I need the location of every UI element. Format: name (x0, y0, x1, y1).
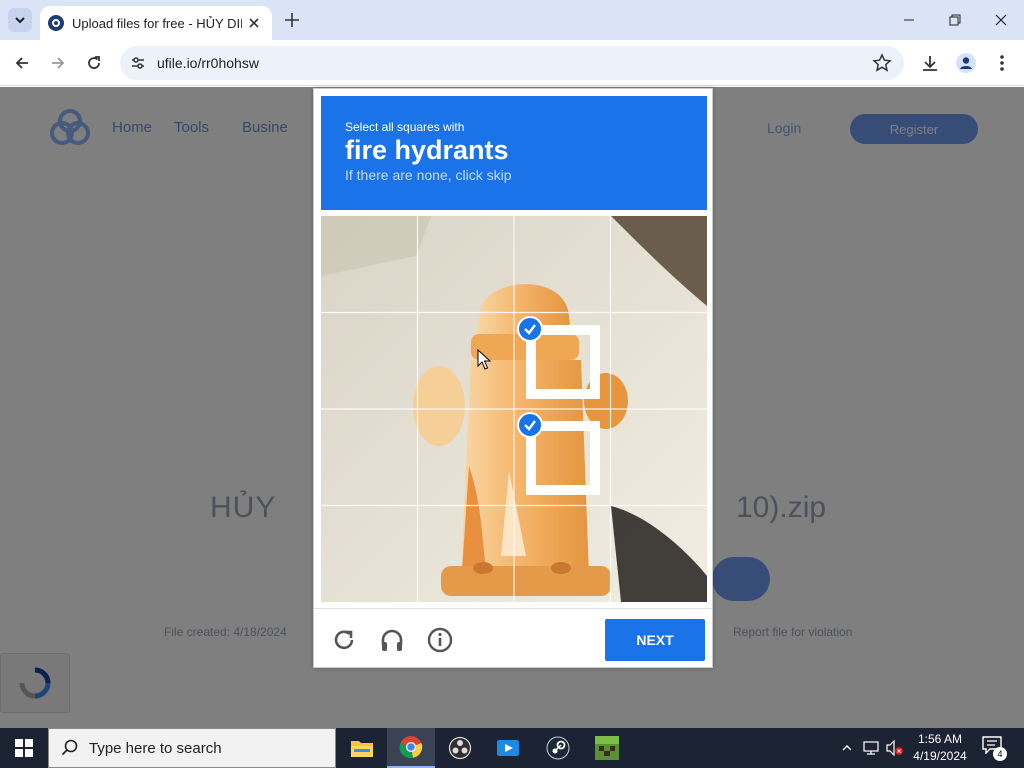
captcha-tile[interactable] (515, 314, 610, 409)
download-icon (923, 56, 937, 71)
captcha-tile[interactable] (612, 507, 707, 602)
taskbar-search-box[interactable]: Type here to search (48, 728, 336, 768)
notification-count: 4 (993, 747, 1007, 761)
browser-tab[interactable]: Upload files for free - HỦY DIỆ (40, 6, 272, 40)
captcha-hint: If there are none, click skip (345, 167, 512, 183)
clock-date: 4/19/2024 (913, 749, 967, 763)
close-icon (995, 14, 1007, 26)
captcha-tile[interactable] (322, 217, 417, 312)
captcha-grid (321, 216, 707, 602)
reload-button[interactable] (82, 51, 106, 75)
chevron-down-icon (15, 17, 25, 24)
tray-network[interactable] (862, 739, 880, 757)
minimize-button[interactable] (886, 0, 932, 40)
restore-icon (949, 14, 961, 26)
plus-icon[interactable] (282, 10, 302, 30)
tab-title: Upload files for free - HỦY DIỆ (72, 15, 242, 31)
chevron-up-icon (842, 745, 852, 751)
captcha-info-button[interactable] (426, 626, 454, 654)
steam-icon (546, 736, 570, 760)
mouse-cursor-icon (477, 349, 491, 370)
reload-icon (88, 56, 100, 69)
reload-icon (334, 630, 354, 650)
captcha-audio-button[interactable] (378, 626, 406, 654)
captcha-tile[interactable] (419, 217, 514, 312)
file-explorer-icon (351, 741, 373, 757)
network-icon (863, 741, 879, 755)
captcha-instruction: Select all squares with (345, 120, 465, 134)
captcha-tile[interactable] (612, 217, 707, 312)
taskbar-chrome[interactable] (387, 728, 435, 768)
captcha-tile[interactable] (419, 314, 514, 409)
arrow-right-icon (52, 57, 65, 69)
captcha-header: Select all squares with fire hydrants If… (321, 96, 707, 210)
tray-volume[interactable] (886, 739, 904, 757)
start-button[interactable] (0, 728, 48, 768)
star-icon[interactable] (872, 53, 892, 73)
windows-taskbar: Type here to search 1:56 AM 4/19/2024 4 (0, 728, 1024, 768)
address-bar[interactable]: ufile.io/rr0hohsw (120, 46, 904, 80)
info-icon (427, 627, 453, 653)
clock-time: 1:56 AM (917, 732, 963, 746)
minecraft-icon (595, 736, 619, 760)
tab-search-button[interactable] (8, 8, 32, 32)
windows-icon (15, 739, 33, 757)
forward-button[interactable] (46, 51, 70, 75)
media-player-icon (497, 740, 519, 756)
taskbar-clock[interactable]: 1:56 AM 4/19/2024 (910, 731, 970, 765)
headphones-icon (381, 629, 403, 651)
search-icon (61, 739, 78, 756)
captcha-tile[interactable] (612, 314, 707, 409)
browser-tab-bar: Upload files for free - HỦY DIỆ (0, 0, 1024, 40)
taskbar-file-explorer[interactable] (338, 728, 386, 768)
url-text[interactable]: ufile.io/rr0hohsw (157, 55, 259, 71)
captcha-reload-button[interactable] (330, 626, 358, 654)
captcha-tile[interactable] (419, 410, 514, 505)
kebab-menu-icon (1000, 55, 1004, 71)
volume-muted-icon (886, 740, 903, 756)
tray-overflow-button[interactable] (838, 739, 856, 757)
taskbar-search-placeholder: Type here to search (89, 739, 222, 757)
captcha-footer: NEXT (314, 608, 712, 668)
captcha-tile[interactable] (322, 314, 417, 409)
tune-icon[interactable] (128, 53, 148, 73)
chrome-icon (399, 736, 423, 759)
taskbar-minecraft[interactable] (583, 728, 631, 768)
ufile-favicon-icon (48, 15, 64, 31)
close-icon[interactable] (246, 15, 262, 31)
taskbar-media-player[interactable] (485, 728, 533, 768)
minimize-icon (904, 19, 914, 21)
captcha-tile[interactable] (515, 217, 610, 312)
taskbar-obs[interactable] (436, 728, 484, 768)
captcha-target: fire hydrants (345, 135, 509, 165)
restore-button[interactable] (932, 0, 978, 40)
captcha-tile[interactable] (515, 507, 610, 602)
captcha-tile[interactable] (515, 410, 610, 505)
profile-button[interactable] (954, 51, 978, 75)
browser-toolbar: ufile.io/rr0hohsw (0, 40, 1024, 86)
checkmark-icon (517, 315, 543, 342)
obs-icon (448, 736, 472, 760)
captcha-tile[interactable] (322, 410, 417, 505)
captcha-tile[interactable] (322, 507, 417, 602)
taskbar-steam[interactable] (534, 728, 582, 768)
arrow-left-icon (15, 57, 28, 69)
captcha-tile[interactable] (419, 507, 514, 602)
checkmark-icon (517, 412, 543, 438)
action-center-button[interactable]: 4 (982, 736, 1007, 761)
captcha-challenge: Select all squares with fire hydrants If… (313, 88, 713, 668)
close-window-button[interactable] (978, 0, 1024, 40)
download-button[interactable] (918, 51, 942, 75)
browser-menu-button[interactable] (990, 51, 1014, 75)
next-button[interactable]: NEXT (605, 619, 705, 661)
back-button[interactable] (10, 51, 34, 75)
captcha-tile[interactable] (612, 410, 707, 505)
profile-icon (956, 53, 976, 73)
